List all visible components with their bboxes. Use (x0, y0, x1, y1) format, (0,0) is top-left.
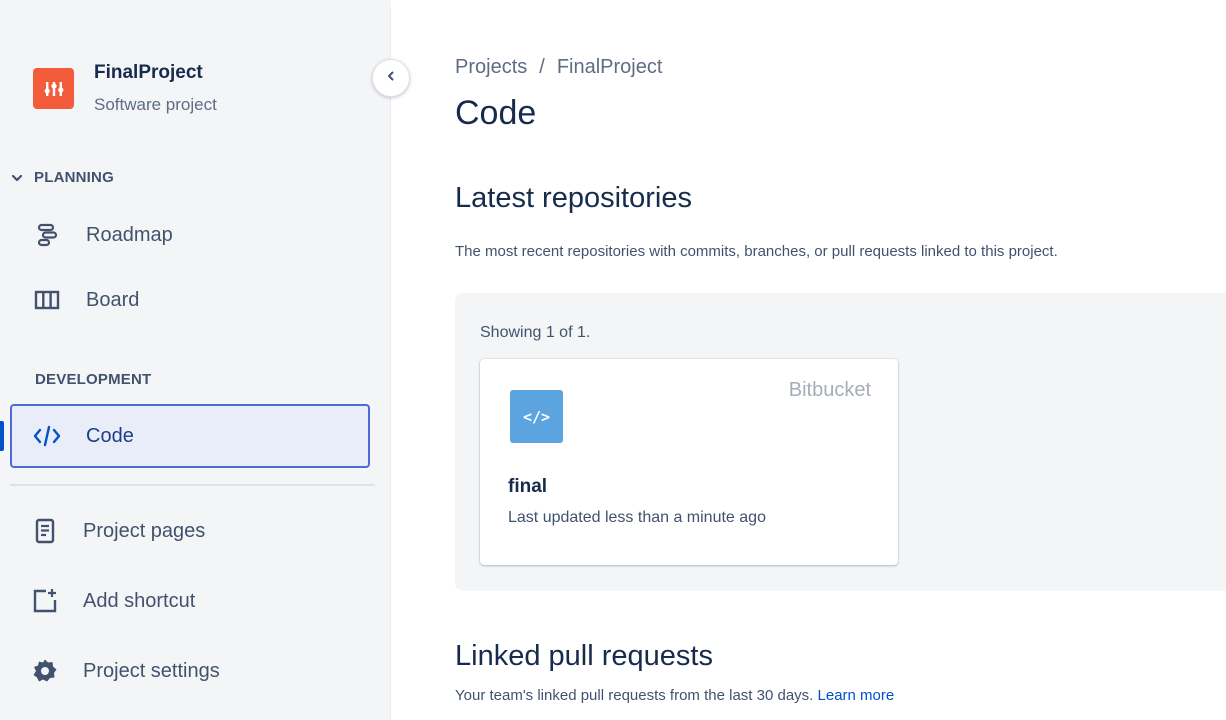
app-window: FinalProject Software project PLANNING R… (0, 0, 1226, 720)
repository-card[interactable]: Bitbucket </> final Last updated less th… (480, 359, 898, 565)
repositories-count: Showing 1 of 1. (480, 324, 591, 341)
page-title: Code (455, 94, 537, 132)
planning-section-label: PLANNING (34, 169, 114, 186)
selected-indicator (0, 421, 4, 451)
linked-pull-requests-heading: Linked pull requests (455, 640, 713, 672)
breadcrumb-separator: / (539, 56, 545, 78)
gear-icon (30, 656, 60, 686)
learn-more-link[interactable]: Learn more (818, 687, 895, 704)
project-name: FinalProject (94, 62, 203, 83)
sidebar-item-code[interactable]: Code (10, 404, 370, 468)
repository-last-updated: Last updated less than a minute ago (508, 509, 766, 526)
repository-name: final (508, 476, 548, 497)
breadcrumb-project-link[interactable]: FinalProject (557, 56, 663, 79)
latest-repositories-heading: Latest repositories (455, 182, 692, 214)
breadcrumb: Projects / FinalProject (455, 56, 662, 79)
sidebar-item-project-pages[interactable]: Project pages (10, 500, 370, 562)
project-header[interactable]: FinalProject Software project (33, 59, 217, 119)
sidebar-item-label: Add shortcut (83, 589, 196, 612)
sidebar-item-roadmap[interactable]: Roadmap (10, 204, 370, 266)
development-section-label: DEVELOPMENT (35, 371, 152, 388)
latest-repositories-description: The most recent repositories with commit… (455, 243, 1058, 260)
project-type: Software project (94, 95, 217, 114)
main-content: Projects / FinalProject Code Latest repo… (392, 0, 1226, 720)
sidebar-item-label: Board (86, 288, 140, 311)
collapse-sidebar-button[interactable] (372, 59, 410, 97)
chevron-down-icon (10, 171, 24, 185)
planning-section-toggle[interactable]: PLANNING (10, 169, 114, 186)
project-text: FinalProject Software project (94, 59, 217, 119)
add-shortcut-icon (30, 586, 60, 616)
page-icon (30, 516, 60, 546)
roadmap-icon (32, 220, 62, 250)
sidebar-item-project-settings[interactable]: Project settings (10, 640, 370, 702)
sidebar-item-label: Code (86, 424, 134, 447)
repositories-panel: Showing 1 of 1. Bitbucket </> final Last… (455, 293, 1226, 591)
sidebar-item-label: Roadmap (86, 223, 173, 246)
project-sidebar: FinalProject Software project PLANNING R… (0, 0, 391, 720)
breadcrumb-projects-link[interactable]: Projects (455, 56, 527, 79)
repository-code-icon: </> (510, 390, 563, 443)
sidebar-divider (10, 484, 375, 486)
sidebar-item-label: Project settings (83, 659, 220, 682)
sidebar-item-add-shortcut[interactable]: Add shortcut (10, 570, 370, 632)
chevron-left-icon (385, 69, 397, 87)
project-avatar-icon (44, 81, 63, 96)
sidebar-item-label: Project pages (83, 519, 206, 542)
sidebar-item-board[interactable]: Board (10, 269, 370, 331)
sidebar-top-strip (0, 0, 391, 8)
linked-description-text: Your team's linked pull requests from th… (455, 687, 814, 704)
board-icon (32, 285, 62, 315)
repository-source: Bitbucket (788, 379, 871, 401)
code-icon (32, 421, 62, 451)
project-avatar (33, 68, 74, 109)
linked-pull-requests-description: Your team's linked pull requests from th… (455, 687, 894, 704)
